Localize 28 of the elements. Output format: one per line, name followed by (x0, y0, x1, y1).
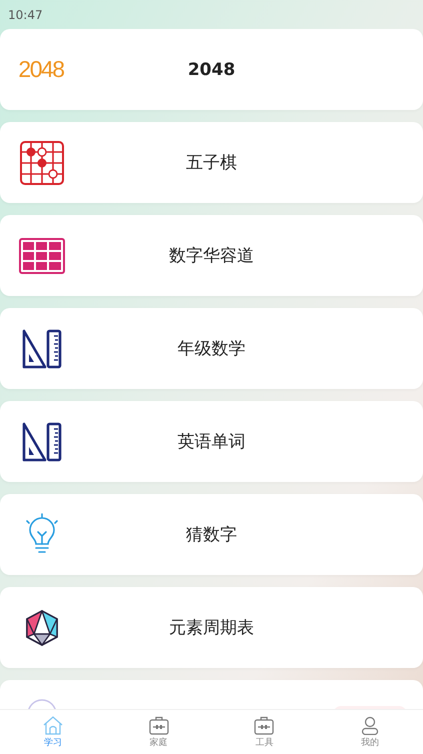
logo-text: 2048 (18, 56, 64, 83)
grid-icon (19, 238, 65, 274)
game-card[interactable]: 英语单词 (0, 401, 423, 482)
game-title: 数字华容道 (168, 245, 255, 267)
nav-tab[interactable]: 我的 (317, 710, 423, 754)
game-card[interactable]: 2048 2048 (0, 29, 423, 110)
game-title: 2048 (186, 60, 236, 80)
game-title: 五子棋 (185, 152, 238, 174)
home-icon (42, 716, 63, 734)
game-card[interactable]: 猜数字 (0, 494, 423, 575)
status-time: 10:47 (8, 8, 43, 22)
game-card[interactable]: 数字华容道 (0, 215, 423, 296)
game-title: 年级数学 (176, 338, 246, 360)
game-card[interactable]: 年级数学 (0, 308, 423, 389)
game-title: 元素周期表 (168, 617, 255, 639)
go-board-icon (20, 140, 64, 184)
ruler-triangle-icon (22, 422, 62, 462)
game-card[interactable]: 元素周期表 (0, 587, 423, 668)
icosahedron-icon (25, 610, 59, 646)
user-icon (361, 716, 380, 734)
game-card[interactable]: 五子棋 (0, 122, 423, 203)
toolbox-icon (254, 716, 274, 734)
ruler-triangle-icon (22, 328, 62, 368)
nav-tab[interactable]: 工具 (212, 710, 318, 754)
nav-tab[interactable]: 家庭 (106, 710, 212, 754)
game-title: 猜数字 (185, 524, 238, 546)
game-title: 英语单词 (176, 431, 246, 453)
toolbox-icon (148, 716, 169, 734)
